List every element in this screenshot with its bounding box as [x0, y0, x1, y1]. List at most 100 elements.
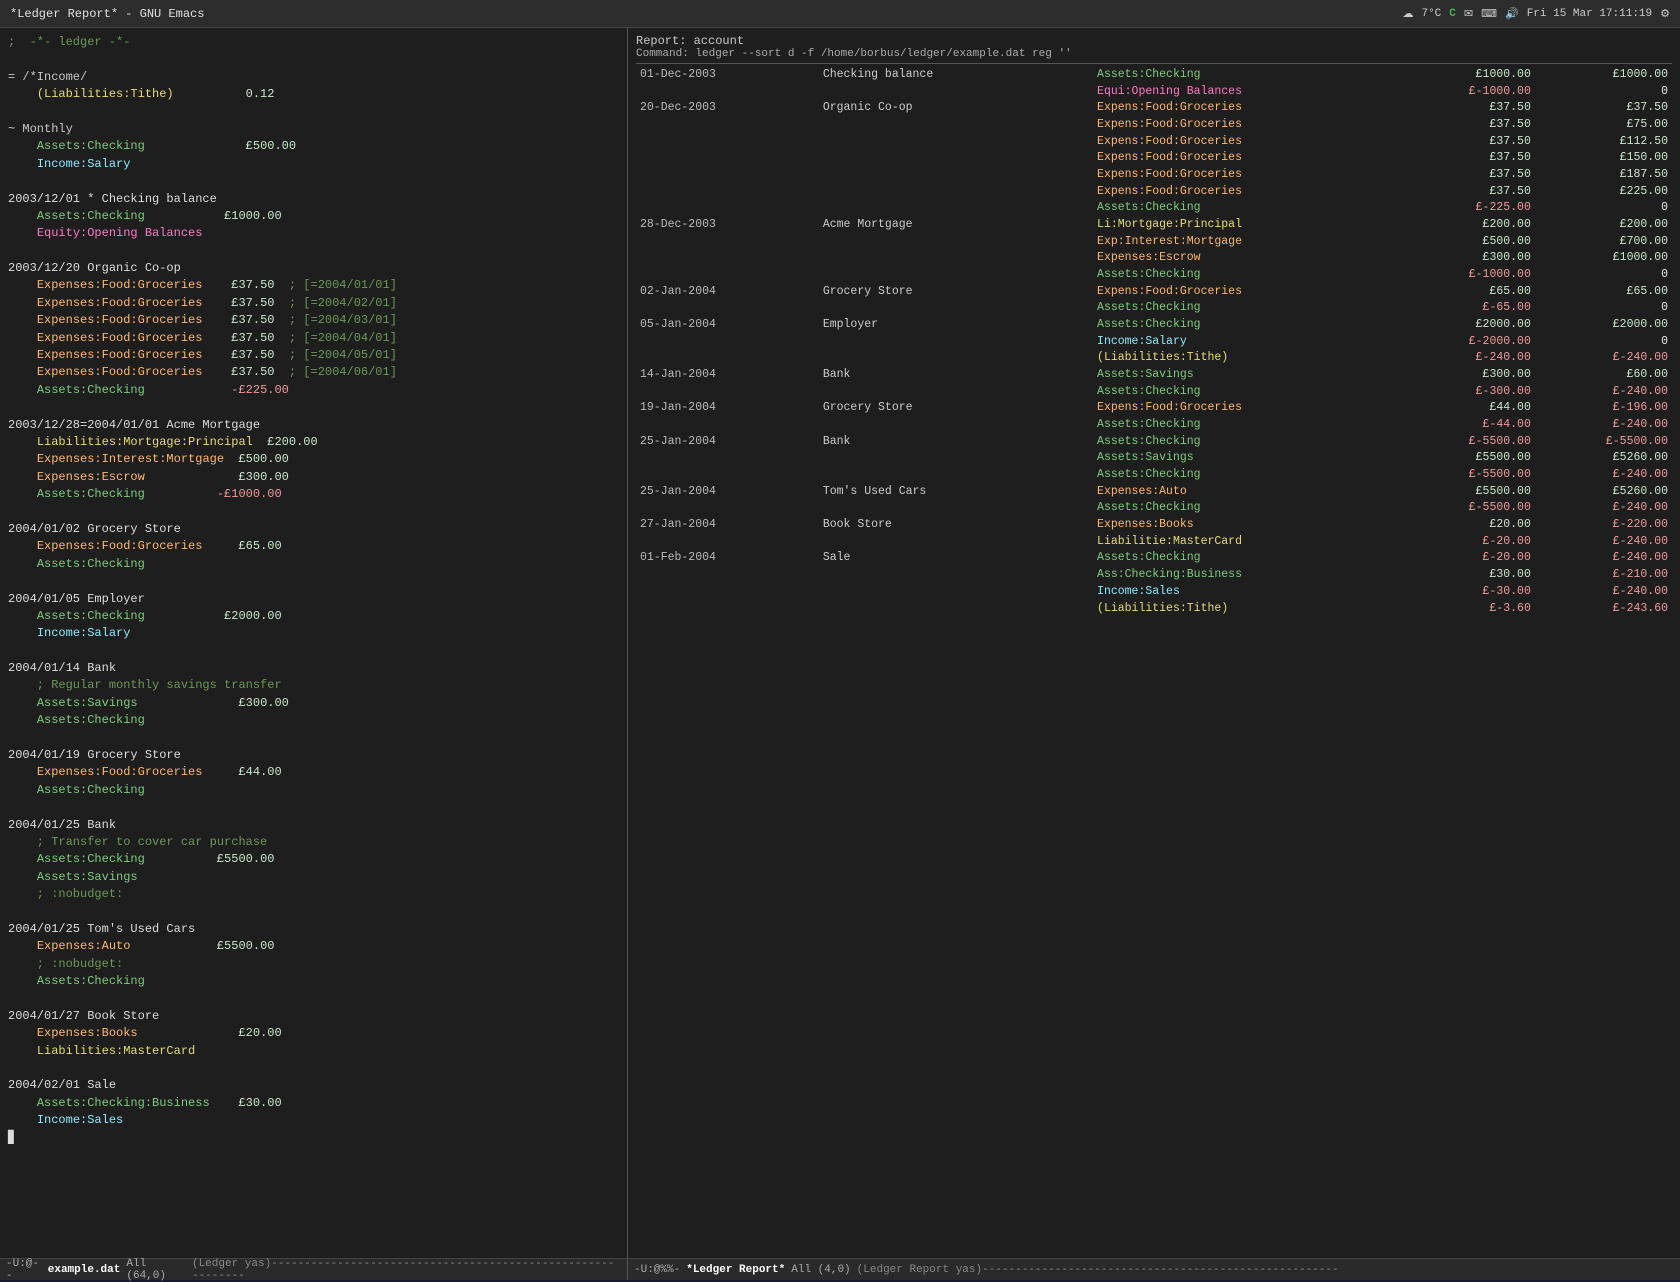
table-row: 19-Jan-2004 Grocery Store Expens:Food:Gr…	[636, 400, 1672, 417]
checking-2000: Assets:Checking £2000.00	[8, 608, 619, 625]
cell-account: Income:Sales	[1093, 584, 1398, 601]
table-row: Expens:Food:Groceries £37.50 £112.50	[636, 134, 1672, 151]
cell-date	[636, 117, 819, 134]
table-row: Assets:Checking £-225.00 0	[636, 200, 1672, 217]
table-row: Assets:Checking £-5500.00 £-240.00	[636, 500, 1672, 517]
cell-payee: Grocery Store	[819, 284, 1093, 301]
txn-20031201: 2003/12/01 * Checking balance	[8, 191, 619, 208]
cell-balance: £700.00	[1535, 234, 1672, 251]
cell-amount: £-1000.00	[1398, 267, 1535, 284]
cell-balance: £-196.00	[1535, 400, 1672, 417]
cell-account: Assets:Checking	[1093, 434, 1398, 451]
escrow: Expenses:Escrow £300.00	[8, 469, 619, 486]
cell-account: Assets:Savings	[1093, 450, 1398, 467]
status-filename-right: *Ledger Report*	[686, 1264, 785, 1276]
cell-balance: £-5500.00	[1535, 434, 1672, 451]
blank1	[8, 51, 619, 68]
checking-neg225: Assets:Checking -£225.00	[8, 382, 619, 399]
cell-payee: Bank	[819, 367, 1093, 384]
table-row: Expenses:Escrow £300.00 £1000.00	[636, 250, 1672, 267]
cell-date	[636, 584, 819, 601]
cell-payee	[819, 601, 1093, 618]
mail-icon[interactable]: ✉	[1464, 7, 1473, 21]
table-row: 01-Dec-2003 Checking balance Assets:Chec…	[636, 67, 1672, 84]
main-area: ; -*- ledger -*- = /*Income/ (Liabilitie…	[0, 28, 1680, 1258]
cell-amount: £30.00	[1398, 567, 1535, 584]
txn-bank-0114: 2004/01/14 Bank	[8, 660, 619, 677]
keyboard-icon: ⌨	[1481, 7, 1497, 21]
right-pane: Report: account Command: ledger --sort d…	[628, 28, 1680, 1258]
cell-account: Ass:Checking:Business	[1093, 567, 1398, 584]
txn-bank-0125: 2004/01/25 Bank	[8, 817, 619, 834]
cell-account: Expens:Food:Groceries	[1093, 117, 1398, 134]
cursor-line: ▋	[8, 1130, 619, 1147]
groc-0301: Expenses:Food:Groceries £37.50 ; [=2004/…	[8, 312, 619, 329]
txn-grocery-0102: 2004/01/02 Grocery Store	[8, 521, 619, 538]
cell-balance: £65.00	[1535, 284, 1672, 301]
cell-account: Assets:Checking	[1093, 467, 1398, 484]
income-sales: Income:Sales	[8, 1112, 619, 1129]
cell-payee	[819, 350, 1093, 367]
cell-payee	[819, 334, 1093, 351]
cell-balance: 0	[1535, 267, 1672, 284]
report-command: Command: ledger --sort d -f /home/borbus…	[636, 48, 1672, 60]
cell-payee	[819, 167, 1093, 184]
blank4	[8, 243, 619, 260]
books-20: Expenses:Books £20.00	[8, 1025, 619, 1042]
groc-0101: Expenses:Food:Groceries £37.50 ; [=2004/…	[8, 277, 619, 294]
cell-amount: £44.00	[1398, 400, 1535, 417]
cell-amount: £2000.00	[1398, 317, 1535, 334]
cell-account: Expens:Food:Groceries	[1093, 400, 1398, 417]
cell-amount: £300.00	[1398, 250, 1535, 267]
cell-amount: £300.00	[1398, 367, 1535, 384]
titlebar: *Ledger Report* - GNU Emacs ☁ 7°C C ✉ ⌨ …	[0, 0, 1680, 28]
cell-payee	[819, 200, 1093, 217]
blank3	[8, 173, 619, 190]
mastercard: Liabilities:MasterCard	[8, 1043, 619, 1060]
left-pane[interactable]: ; -*- ledger -*- = /*Income/ (Liabilitie…	[0, 28, 628, 1258]
table-row: Assets:Checking £-300.00 £-240.00	[636, 384, 1672, 401]
cell-amount: £-3.60	[1398, 601, 1535, 618]
status-position-right: All (4,0)	[791, 1264, 850, 1276]
cell-balance: £-210.00	[1535, 567, 1672, 584]
cell-account: Assets:Checking	[1093, 500, 1398, 517]
table-row: 02-Jan-2004 Grocery Store Expens:Food:Gr…	[636, 284, 1672, 301]
cell-amount: £-20.00	[1398, 534, 1535, 551]
table-row: (Liabilities:Tithe) £-240.00 £-240.00	[636, 350, 1672, 367]
cell-account: Assets:Checking	[1093, 300, 1398, 317]
refresh-icon[interactable]: C	[1449, 8, 1456, 20]
status-mode2-right: (Ledger Report yas)---------------------…	[857, 1264, 1339, 1276]
table-row: Assets:Savings £5500.00 £5260.00	[636, 450, 1672, 467]
auto-5500: Expenses:Auto £5500.00	[8, 938, 619, 955]
temperature: 7°C	[1421, 8, 1441, 20]
cell-account: Liabilitie:MasterCard	[1093, 534, 1398, 551]
settings-icon[interactable]: ⚙	[1660, 7, 1670, 21]
cell-date	[636, 467, 819, 484]
cell-payee	[819, 117, 1093, 134]
cell-date	[636, 334, 819, 351]
cell-amount: £-225.00	[1398, 200, 1535, 217]
cell-balance: £75.00	[1535, 117, 1672, 134]
blank2	[8, 104, 619, 121]
cell-payee: Organic Co-op	[819, 100, 1093, 117]
savings-car: Assets:Savings	[8, 869, 619, 886]
cell-account: Assets:Checking	[1093, 67, 1398, 84]
cell-account: Expenses:Escrow	[1093, 250, 1398, 267]
groc-44: Expenses:Food:Groceries £44.00	[8, 764, 619, 781]
cell-account: Expens:Food:Groceries	[1093, 100, 1398, 117]
status-filename-left: example.dat	[48, 1264, 121, 1276]
cell-balance: £60.00	[1535, 367, 1672, 384]
cell-balance: £-220.00	[1535, 517, 1672, 534]
table-row: Equi:Opening Balances £-1000.00 0	[636, 84, 1672, 101]
cell-date: 01-Feb-2004	[636, 550, 819, 567]
cell-date	[636, 200, 819, 217]
cell-date: 20-Dec-2003	[636, 100, 819, 117]
volume-icon[interactable]: 🔊	[1505, 7, 1519, 21]
report-divider	[636, 63, 1672, 64]
cell-date	[636, 534, 819, 551]
statusbar: -U:@-- example.dat All (64,0) (Ledger ya…	[0, 1258, 1680, 1280]
cell-date: 25-Jan-2004	[636, 434, 819, 451]
cell-payee	[819, 234, 1093, 251]
checking-monthly: Assets:Checking £500.00	[8, 138, 619, 155]
cell-balance: £150.00	[1535, 150, 1672, 167]
